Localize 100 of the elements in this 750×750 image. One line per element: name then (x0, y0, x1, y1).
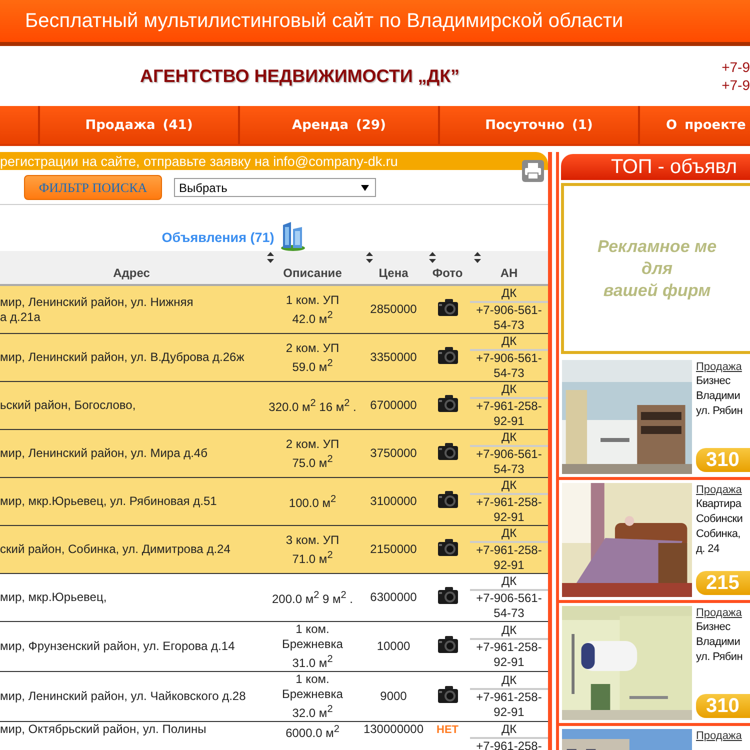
nav-tab[interactable]: Посуточно (1) (440, 106, 640, 144)
camera-icon (436, 490, 458, 510)
phone-cell-text: +7-961-258- (475, 739, 543, 750)
select-dropdown[interactable]: Выбрать (174, 178, 376, 197)
price-cell: 10000 (362, 622, 425, 672)
table-row[interactable]: мир, Октябрьский район, ул. Полины 6000.0 м$^{2}$ 130000000 НЕТ ДК +7-961-258- (0, 722, 548, 750)
agency-cell: ДК (470, 430, 548, 447)
category-link[interactable]: Продажа (696, 729, 750, 743)
printer-icon[interactable] (522, 160, 544, 182)
camera-icon (436, 394, 458, 414)
price-cell: 3750000 (362, 430, 425, 478)
phone-cell-text: +7-906-561-54-73 (475, 351, 543, 381)
camera-icon (436, 298, 458, 318)
table-row[interactable]: ьский район, Богослово, 320.0 м$^{2}$ 16 м$^{2}$ . 6700000 ДК +7-961-258-92-91 (0, 382, 548, 430)
table-row[interactable]: мир, Фрунзенский район, ул. Егорова д.14 1 ком. Брежневка 31.0 м$^{2}$ 10000 ДК +7-961-258-92-91 (0, 622, 548, 672)
agency-cell: ДК (470, 334, 548, 351)
phone-cell-text: +7-961-258-92-91 (475, 543, 543, 573)
agency-cell: ДК (470, 574, 548, 591)
phone-cell-text: +7-906-561-54-73 (475, 303, 543, 333)
ad-text: Рекламное ме для вашей фирм (597, 236, 717, 302)
phone-cell-text: +7-961-258-92-91 (475, 640, 543, 670)
agency-cell: ДК (470, 382, 548, 399)
address-cell: мир, Ленинский район, ул. Мира д.4б (0, 430, 263, 478)
description-cell: 1 ком. УП 42.0 м$^{2}$ (263, 285, 362, 334)
camera-icon (436, 634, 458, 654)
description-cell: 100.0 м$^{2}$ (263, 478, 362, 526)
nav-tab[interactable]: О проекте (640, 106, 746, 144)
listings-heading: Объявления (71) (162, 230, 274, 245)
listing-card[interactable]: Продажа Бизнес Владими ул. Рябин 310 (559, 357, 750, 480)
description-cell: 2 ком. УП 75.0 м$^{2}$ (263, 430, 362, 478)
sort-icon[interactable] (366, 252, 373, 263)
phone-cell-text: +7-906-561-54-73 (475, 447, 543, 477)
price-badge: 215 (696, 571, 750, 595)
description-cell: 200.0 м$^{2}$ 9 м$^{2}$ . (263, 574, 362, 622)
address-cell: мир, Октябрьский район, ул. Полины (0, 722, 263, 750)
category-link[interactable]: Продажа (696, 360, 750, 374)
description-cell: 6000.0 м$^{2}$ (263, 722, 362, 750)
address-cell: ьский район, Богослово, (0, 382, 263, 430)
no-photo-label: НЕТ (436, 724, 458, 736)
price-badge: 310 (696, 448, 750, 472)
camera-icon (436, 684, 458, 704)
price-cell: 6300000 (362, 574, 425, 622)
agency-cell: ДК (470, 478, 548, 495)
address-cell: мир, Ленинский район, ул. В.Дуброва д.26ж (0, 334, 263, 382)
price-cell-text: 130000000 (362, 722, 425, 738)
caret-icon (361, 184, 369, 190)
column-header[interactable]: Фото (425, 251, 470, 285)
listing-details: Бизнес Владими ул. Рябин (696, 374, 744, 419)
column-header[interactable]: Описание (263, 251, 362, 285)
listing-details: Квартира Собински Собинка, д. 24 (696, 497, 744, 557)
description-cell: 3 ком. УП 71.0 м$^{2}$ (263, 526, 362, 574)
table-row[interactable]: мир, мкр.Юрьевец, 200.0 м$^{2}$ 9 м$^{2}$ . 6300000 ДК +7-906-561-54-73 (0, 574, 548, 622)
agency-cell: ДК (470, 286, 548, 303)
nav-tab[interactable]: Аренда (29) (240, 106, 440, 144)
category-link[interactable]: Продажа (696, 483, 750, 497)
price-cell: 2150000 (362, 526, 425, 574)
phone-cell-text: +7-906-561-54-73 (475, 591, 543, 621)
agency-cell: ДК (470, 526, 548, 543)
category-link[interactable]: Продажа (696, 606, 750, 620)
phone-cell-text: +7-961-258-92-91 (475, 690, 543, 720)
sort-icon[interactable] (429, 252, 436, 263)
column-header[interactable]: АН (470, 251, 548, 285)
description-cell: 1 ком. Брежневка 32.0 м$^{2}$ (263, 672, 362, 722)
address-cell: мир, Фрунзенский район, ул. Егорова д.14 (0, 622, 263, 672)
table-row[interactable]: мир, Ленинский район, ул. В.Дуброва д.26ж 2 ком. УП 59.0 м$^{2}$ 3350000 ДК +7-906-561-54-73 (0, 334, 548, 382)
price-badge: 310 (696, 694, 750, 718)
price-cell: 9000 (362, 672, 425, 722)
buildings-icon (280, 221, 306, 251)
sort-icon[interactable] (474, 252, 481, 263)
listing-card[interactable]: Продажа Бизнес Владими ул. Рябин 310 (559, 603, 750, 726)
top-listings-title: ТОП - объявл (611, 156, 738, 178)
price-cell: 3350000 (362, 334, 425, 382)
listing-card[interactable]: Продажа Квартира Собински Собинка, д. 24 215 (559, 480, 750, 603)
table-row[interactable]: ский район, Собинка, ул. Димитрова д.24 3 ком. УП 71.0 м$^{2}$ 2150000 ДК +7-961-258-92-91 (0, 526, 548, 574)
agency-cell: ДК (470, 623, 548, 640)
camera-icon (436, 586, 458, 606)
address-cell: мир, Ленинский район, ул. Нижняя а д.21а (0, 285, 263, 334)
sort-icon[interactable] (267, 252, 274, 263)
table-row[interactable]: мир, мкр.Юрьевец, ул. Рябиновая д.51 100.0 м$^{2}$ 3100000 ДК +7-961-258-92-91 (0, 478, 548, 526)
address-cell: мир, мкр.Юрьевец, (0, 574, 263, 622)
nav-tab[interactable]: Продажа (41) (40, 106, 240, 144)
description-cell: 2 ком. УП 59.0 м$^{2}$ (263, 334, 362, 382)
camera-icon (436, 442, 458, 462)
agency-cell: ДК (470, 722, 548, 739)
header-phone: +7-9 (722, 76, 750, 94)
table-row[interactable]: мир, Ленинский район, ул. Мира д.4б 2 ком. УП 75.0 м$^{2}$ 3750000 ДК +7-906-561-54-73 (0, 430, 548, 478)
listing-details: Бизнес Владими ул. Рябин (696, 620, 744, 665)
address-cell: мир, Ленинский район, ул. Чайковского д.28 (0, 672, 263, 722)
notice-text: регистрации на сайте, отправьте заявку на info@company-dk.ru (0, 154, 398, 168)
description-cell: 1 ком. Брежневка 31.0 м$^{2}$ (263, 622, 362, 672)
camera-icon (436, 346, 458, 366)
phone-cell-text: +7-961-258-92-91 (475, 495, 543, 525)
table-row[interactable]: мир, Ленинский район, ул. Нижняя а д.21а 1 ком. УП 42.0 м$^{2}$ 2850000 ДК +7-906-561-54-73 (0, 285, 548, 334)
site-title: Бесплатный мультилистинговый сайт по Владимирской области (25, 10, 624, 32)
column-header: Адрес (0, 251, 263, 285)
address-cell: ский район, Собинка, ул. Димитрова д.24 (0, 526, 263, 574)
column-header[interactable]: Цена (362, 251, 425, 285)
listing-card[interactable]: Продажа (559, 726, 750, 750)
agency-title: АГЕНТСТВО НЕДВИЖИМОСТИ „ДК” (140, 66, 460, 86)
phone-cell-text: +7-961-258-92-91 (475, 399, 543, 429)
